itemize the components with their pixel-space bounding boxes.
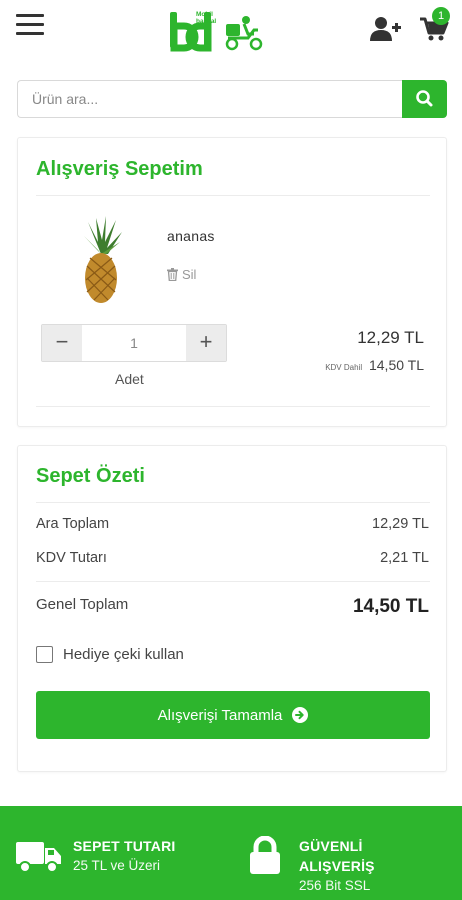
divider — [36, 502, 430, 503]
truck-icon — [16, 842, 61, 873]
tax-label: KDV Tutarı — [36, 550, 107, 566]
gift-voucher-toggle[interactable]: Hediye çeki kullan — [36, 646, 184, 663]
total-label: Genel Toplam — [36, 596, 129, 613]
divider — [36, 581, 430, 582]
summary-card: Sepet Özeti Ara Toplam 12,29 TL KDV Tuta… — [17, 445, 447, 772]
decrease-button[interactable]: − — [42, 325, 82, 361]
search-input[interactable] — [17, 80, 403, 118]
search-bar — [17, 80, 447, 118]
feature-subtitle: 256 Bit SSL — [299, 878, 371, 893]
tax-value: 2,21 TL — [380, 550, 429, 566]
item-price: 12,29 TL — [357, 328, 424, 347]
search-icon — [416, 90, 433, 107]
gift-voucher-label: Hediye çeki kullan — [63, 646, 184, 663]
user-plus-icon[interactable] — [370, 16, 402, 42]
header: Mobil bakkal 1 — [0, 0, 462, 62]
feature-cart-total: SEPET TUTARI 25 TL ve Üzeri — [73, 836, 175, 876]
logo-text: Mobil bakkal — [196, 11, 217, 25]
feature-title-line1: GÜVENLİ — [299, 838, 363, 854]
footer-features: SEPET TUTARI 25 TL ve Üzeri GÜVENLİ ALIŞ… — [0, 806, 462, 900]
arrow-circle-right-icon — [292, 707, 309, 723]
search-button[interactable] — [402, 80, 447, 118]
subtotal-value: 12,29 TL — [372, 516, 429, 532]
delete-label: Sil — [182, 267, 197, 282]
cart-title: Alışveriş Sepetim — [36, 158, 203, 180]
cart-count-badge: 1 — [432, 7, 450, 25]
trash-icon — [167, 268, 178, 281]
summary-title: Sepet Özeti — [36, 465, 145, 487]
quantity-input[interactable] — [82, 325, 186, 361]
divider — [36, 195, 430, 196]
delete-button[interactable]: Sil — [167, 267, 196, 282]
feature-secure-shopping: GÜVENLİ ALIŞVERİŞ 256 Bit SSL — [299, 836, 375, 896]
unit-label: Adet — [115, 371, 144, 387]
feature-subtitle: 25 TL ve Üzeri — [73, 858, 161, 873]
subtotal-label: Ara Toplam — [36, 516, 110, 532]
quantity-stepper: − + — [41, 324, 227, 362]
menu-icon[interactable] — [16, 14, 44, 38]
lock-icon — [250, 836, 280, 874]
checkout-button[interactable]: Alışverişi Tamamla — [36, 691, 430, 739]
divider — [36, 406, 430, 407]
item-price-with-tax: KDV Dahil 14,50 TL — [325, 357, 424, 373]
increase-button[interactable]: + — [186, 325, 226, 361]
product-name[interactable]: ananas — [167, 228, 215, 244]
cart-card: Alışveriş Sepetim ananas Sil − + Adet 12… — [17, 137, 447, 427]
item-price-with-tax-value: 14,50 TL — [368, 357, 424, 373]
checkout-label: Alışverişi Tamamla — [157, 706, 283, 724]
product-image[interactable] — [78, 216, 124, 304]
gift-voucher-checkbox[interactable] — [36, 646, 53, 663]
tax-included-label: KDV Dahil — [325, 363, 363, 372]
feature-title: SEPET TUTARI — [73, 838, 176, 854]
feature-title-line2: ALIŞVERİŞ — [299, 858, 375, 874]
total-value: 14,50 TL — [352, 596, 429, 617]
